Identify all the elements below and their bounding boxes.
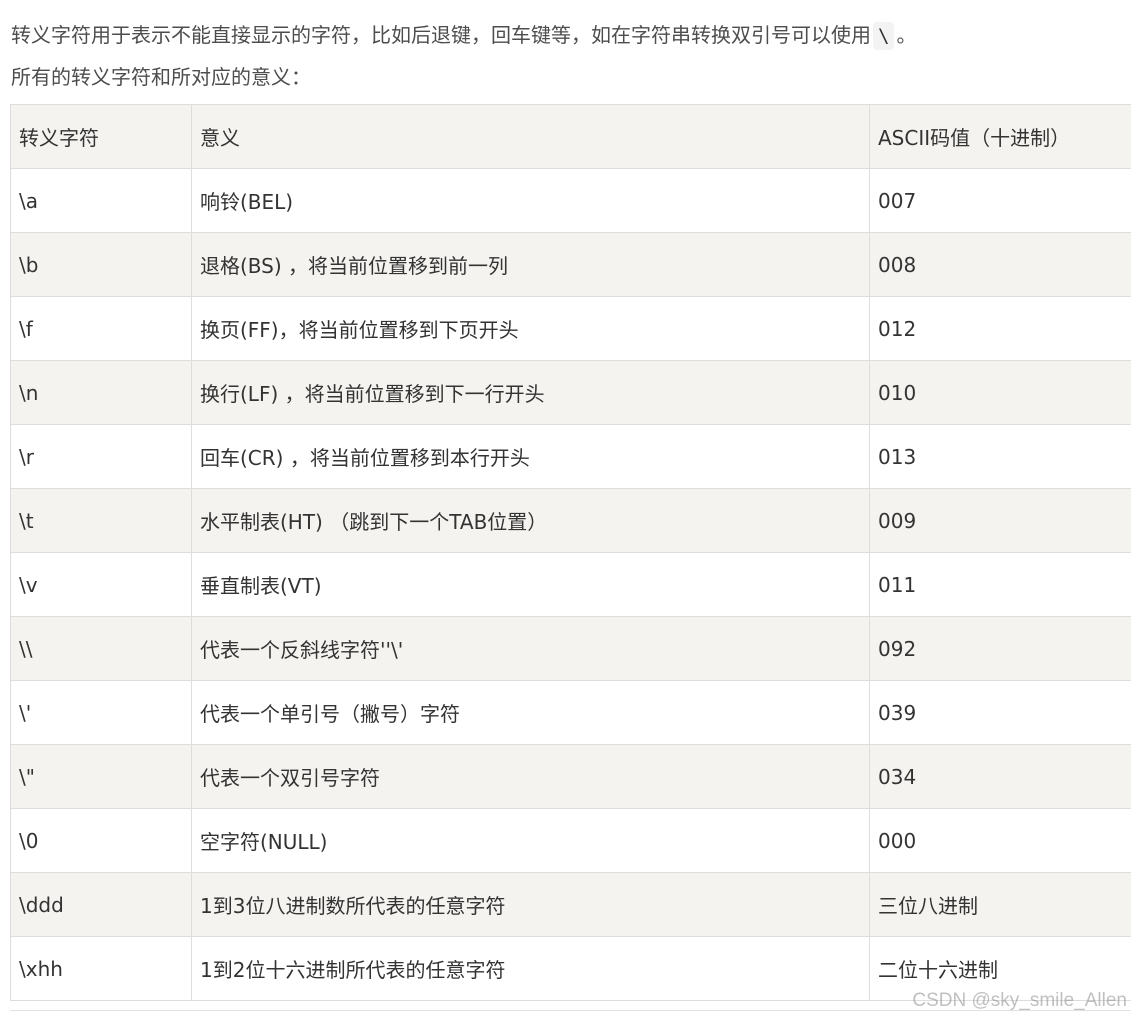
cell-meaning: 换页(FF)，将当前位置移到下页开头 [191,296,870,361]
intro-paragraph: 转义字符用于表示不能直接显示的字符，比如后退键，回车键等，如在字符串转换双引号可… [11,20,916,50]
table-header-row: 转义字符 意义 ASCII码值（十进制） [10,104,1131,169]
header-ascii-decimal: ASCII码值（十进制） [869,104,1131,169]
table-row: \" 代表一个双引号字符 034 [10,744,1131,809]
cell-escape: \n [10,360,192,425]
cell-meaning: 回车(CR) ，将当前位置移到本行开头 [191,424,870,489]
cell-ascii: 008 [869,232,1131,297]
header-escape-char: 转义字符 [10,104,192,169]
cell-escape: \" [10,744,192,809]
cell-ascii: 039 [869,680,1131,745]
cell-ascii: 013 [869,424,1131,489]
table-row: \b 退格(BS) ，将当前位置移到前一列 008 [10,232,1131,297]
cell-escape: \\ [10,616,192,681]
cell-meaning: 水平制表(HT) （跳到下一个TAB位置） [191,488,870,553]
header-meaning: 意义 [191,104,870,169]
cell-meaning: 1到3位八进制数所代表的任意字符 [191,872,870,937]
inline-code-backslash: \ [873,22,895,50]
cell-ascii: 092 [869,616,1131,681]
cell-escape: \a [10,168,192,233]
table-row: \ddd 1到3位八进制数所代表的任意字符 三位八进制 [10,872,1131,937]
cell-ascii: 007 [869,168,1131,233]
table-row: \0 空字符(NULL) 000 [10,808,1131,873]
cell-escape: \b [10,232,192,297]
cell-ascii: 034 [869,744,1131,809]
cell-escape: \r [10,424,192,489]
cell-escape: \v [10,552,192,617]
cell-meaning: 换行(LF) ，将当前位置移到下一行开头 [191,360,870,425]
intro-text: 转义字符用于表示不能直接显示的字符，比如后退键，回车键等，如在字符串转换双引号可… [11,23,871,47]
table-row: \r 回车(CR) ，将当前位置移到本行开头 013 [10,424,1131,489]
cell-ascii: 009 [869,488,1131,553]
intro-period: 。 [896,23,917,47]
cell-escape: \xhh [10,936,192,1001]
table-row: \\ 代表一个反斜线字符''\' 092 [10,616,1131,681]
table-row: \' 代表一个单引号（撇号）字符 039 [10,680,1131,745]
cell-ascii: 012 [869,296,1131,361]
csdn-watermark: CSDN @sky_smile_Allen [912,990,1127,1011]
table-row: \v 垂直制表(VT) 011 [10,552,1131,617]
cell-escape: \f [10,296,192,361]
cell-meaning: 1到2位十六进制所代表的任意字符 [191,936,870,1001]
cell-meaning: 退格(BS) ，将当前位置移到前一列 [191,232,870,297]
cell-ascii: 011 [869,552,1131,617]
cell-escape: \' [10,680,192,745]
cell-ascii: 010 [869,360,1131,425]
cell-meaning: 代表一个单引号（撇号）字符 [191,680,870,745]
cell-escape: \0 [10,808,192,873]
table-row: \a 响铃(BEL) 007 [10,168,1131,233]
cell-meaning: 空字符(NULL) [191,808,870,873]
table-row: \n 换行(LF) ，将当前位置移到下一行开头 010 [10,360,1131,425]
cell-meaning: 响铃(BEL) [191,168,870,233]
cell-escape: \t [10,488,192,553]
table-caption: 所有的转义字符和所对应的意义： [11,65,311,89]
cell-meaning: 垂直制表(VT) [191,552,870,617]
article-page: 转义字符用于表示不能直接显示的字符，比如后退键，回车键等，如在字符串转换双引号可… [0,0,1131,1023]
cell-meaning: 代表一个反斜线字符''\' [191,616,870,681]
cell-escape: \ddd [10,872,192,937]
escape-char-table: 转义字符 意义 ASCII码值（十进制） \a 响铃(BEL) 007 \b 退… [10,104,1131,1001]
cell-ascii: 三位八进制 [869,872,1131,937]
table-row: \t 水平制表(HT) （跳到下一个TAB位置） 009 [10,488,1131,553]
cell-meaning: 代表一个双引号字符 [191,744,870,809]
cell-ascii: 000 [869,808,1131,873]
table-row: \f 换页(FF)，将当前位置移到下页开头 012 [10,296,1131,361]
